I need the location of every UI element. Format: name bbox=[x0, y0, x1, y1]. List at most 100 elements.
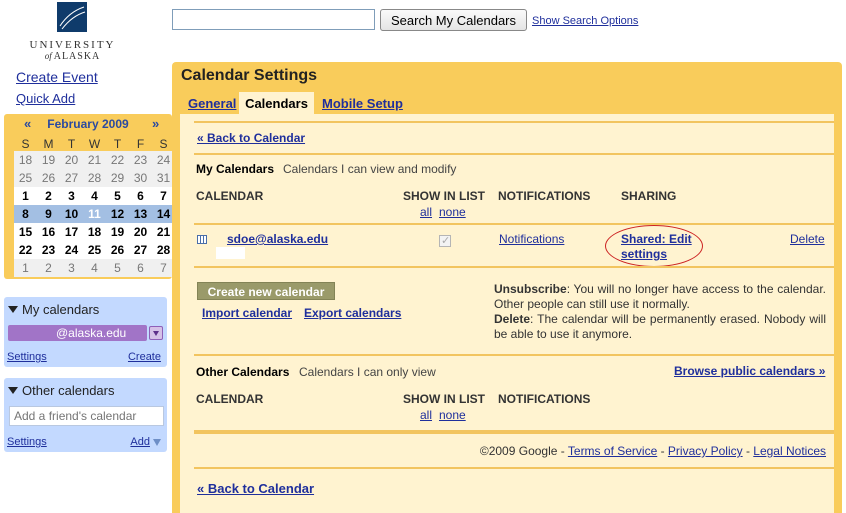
show-none-link[interactable]: none bbox=[439, 205, 466, 219]
mini-calendar-day[interactable]: 17 bbox=[60, 223, 83, 241]
mini-calendar-day[interactable]: 23 bbox=[37, 241, 60, 259]
mini-calendar-day[interactable]: 8 bbox=[14, 205, 37, 223]
mini-calendar-day[interactable]: 30 bbox=[129, 169, 152, 187]
mini-calendar-day[interactable]: 19 bbox=[106, 223, 129, 241]
mini-calendar-week: 1234567 bbox=[14, 259, 175, 277]
create-new-calendar-button[interactable]: Create new calendar bbox=[197, 282, 335, 300]
column-notifications: NOTIFICATIONS bbox=[498, 189, 591, 203]
other-calendars-panel: Other calendars Settings Add bbox=[4, 378, 167, 452]
mini-calendar: « February 2009 » SMTWTFS 18 19 20 21 22 23 24… bbox=[4, 114, 175, 279]
mini-calendar-day[interactable]: 6 bbox=[129, 187, 152, 205]
create-event-link[interactable]: Create Event bbox=[16, 69, 98, 85]
mini-calendar-day[interactable]: 1 bbox=[14, 259, 37, 277]
search-my-calendars-button[interactable]: Search My Calendars bbox=[380, 9, 527, 31]
mini-calendar-day[interactable]: 20 bbox=[129, 223, 152, 241]
import-calendar-link[interactable]: Import calendar bbox=[202, 306, 292, 320]
divider bbox=[194, 153, 834, 155]
add-calendar-link[interactable]: Add bbox=[130, 436, 150, 448]
divider bbox=[194, 354, 834, 356]
show-all-link[interactable]: all bbox=[420, 408, 432, 422]
mini-calendar-day[interactable]: 25 bbox=[14, 169, 37, 187]
mini-calendar-day[interactable]: 16 bbox=[37, 223, 60, 241]
tab-calendars[interactable]: Calendars bbox=[239, 92, 314, 114]
tab-mobile-setup[interactable]: Mobile Setup bbox=[322, 96, 403, 111]
calendar-settings-panel: Calendar Settings General Calendars Mobi… bbox=[172, 62, 842, 513]
mini-calendar-day[interactable]: 3 bbox=[60, 187, 83, 205]
calendar-name-link[interactable]: sdoe@alaska.edu bbox=[227, 232, 328, 246]
mini-calendar-day[interactable]: 18 bbox=[83, 223, 106, 241]
mini-calendar-day[interactable]: 26 bbox=[106, 241, 129, 259]
add-calendar-menu[interactable]: Add bbox=[130, 436, 161, 448]
mini-calendar-day[interactable]: 3 bbox=[60, 259, 83, 277]
mini-calendar-day[interactable]: 27 bbox=[60, 169, 83, 187]
mini-calendar-day[interactable]: 9 bbox=[37, 205, 60, 223]
search-input[interactable] bbox=[172, 9, 375, 30]
my-calendars-subheading: Calendars I can view and modify bbox=[283, 162, 457, 176]
mini-calendar-day[interactable]: 15 bbox=[14, 223, 37, 241]
quick-add-link[interactable]: Quick Add bbox=[16, 91, 75, 106]
mini-calendar-day[interactable]: 5 bbox=[106, 259, 129, 277]
add-friend-calendar-input[interactable] bbox=[9, 406, 164, 426]
logo-alaska-text: of ALASKA bbox=[44, 51, 101, 62]
mini-calendar-day[interactable]: 25 bbox=[83, 241, 106, 259]
back-to-calendar-link-top[interactable]: « Back to Calendar bbox=[197, 131, 305, 145]
add-dropdown-icon[interactable] bbox=[153, 439, 161, 446]
mini-calendar-day[interactable]: 21 bbox=[83, 151, 106, 169]
mini-calendar-day[interactable]: 11 bbox=[83, 205, 106, 223]
calendar-item-alaska[interactable]: @alaska.edu bbox=[8, 325, 147, 341]
divider bbox=[194, 223, 834, 225]
column-show-in-list: SHOW IN LIST bbox=[403, 189, 485, 203]
next-month-button[interactable]: » bbox=[152, 116, 159, 131]
weekday-header: W bbox=[88, 136, 101, 151]
legal-notices-link[interactable]: Legal Notices bbox=[753, 444, 826, 458]
mini-calendar-day[interactable]: 1 bbox=[14, 187, 37, 205]
divider bbox=[194, 121, 834, 123]
mini-calendar-day[interactable]: 27 bbox=[129, 241, 152, 259]
other-calendars-settings-link[interactable]: Settings bbox=[7, 436, 47, 448]
mini-calendar-day[interactable]: 18 bbox=[14, 151, 37, 169]
back-to-calendar-link-bottom[interactable]: « Back to Calendar bbox=[197, 481, 314, 496]
calendar-options-dropdown-icon[interactable] bbox=[149, 326, 163, 340]
mini-calendar-day[interactable]: 19 bbox=[37, 151, 60, 169]
show-search-options-link[interactable]: Show Search Options bbox=[532, 15, 638, 27]
browse-public-calendars-link[interactable]: Browse public calendars » bbox=[674, 364, 825, 378]
mini-calendar-day[interactable]: 4 bbox=[83, 259, 106, 277]
privacy-policy-link[interactable]: Privacy Policy bbox=[668, 444, 743, 458]
mini-calendar-day[interactable]: 10 bbox=[60, 205, 83, 223]
mini-calendar-day[interactable]: 22 bbox=[106, 151, 129, 169]
create-calendar-link[interactable]: Create bbox=[128, 351, 161, 363]
mini-calendar-day[interactable]: 2 bbox=[37, 187, 60, 205]
mini-calendar-day[interactable]: 13 bbox=[129, 205, 152, 223]
my-calendars-settings-link[interactable]: Settings bbox=[7, 351, 47, 363]
mini-calendar-day[interactable]: 26 bbox=[37, 169, 60, 187]
notifications-link[interactable]: Notifications bbox=[499, 232, 564, 246]
mini-calendar-day[interactable]: 6 bbox=[129, 259, 152, 277]
mini-calendar-day[interactable]: 5 bbox=[106, 187, 129, 205]
mini-calendar-day[interactable]: 28 bbox=[83, 169, 106, 187]
show-all-link[interactable]: all bbox=[420, 205, 432, 219]
column-show-in-list: SHOW IN LIST bbox=[403, 392, 485, 406]
mini-calendar-day[interactable]: 12 bbox=[106, 205, 129, 223]
mini-calendar-day[interactable]: 24 bbox=[60, 241, 83, 259]
mini-calendar-day[interactable]: 22 bbox=[14, 241, 37, 259]
terms-of-service-link[interactable]: Terms of Service bbox=[568, 444, 657, 458]
calendar-grid-icon bbox=[197, 235, 207, 244]
mini-calendar-day[interactable]: 4 bbox=[83, 187, 106, 205]
my-calendars-toggle[interactable]: My calendars bbox=[8, 302, 99, 317]
mini-calendar-day[interactable]: 23 bbox=[129, 151, 152, 169]
triangle-down-icon bbox=[8, 387, 18, 394]
mini-calendar-day[interactable]: 20 bbox=[60, 151, 83, 169]
show-in-list-checkbox[interactable] bbox=[439, 234, 451, 247]
mini-calendar-day[interactable]: 2 bbox=[37, 259, 60, 277]
tab-general[interactable]: General bbox=[188, 96, 236, 111]
weekday-header: T bbox=[67, 136, 76, 151]
sharing-edit-settings-link[interactable]: Shared: Edit settings bbox=[621, 232, 692, 262]
export-calendars-link[interactable]: Export calendars bbox=[304, 306, 401, 320]
show-none-link[interactable]: none bbox=[439, 408, 466, 422]
other-calendars-toggle[interactable]: Other calendars bbox=[8, 383, 115, 398]
unsubscribe-note: Unsubscribe: You will no longer have acc… bbox=[494, 282, 826, 311]
page-title: Calendar Settings bbox=[181, 67, 318, 84]
mini-calendar-week: 25 26 27 28 29 30 31 bbox=[14, 169, 175, 187]
delete-calendar-link[interactable]: Delete bbox=[790, 232, 825, 246]
mini-calendar-day[interactable]: 29 bbox=[106, 169, 129, 187]
